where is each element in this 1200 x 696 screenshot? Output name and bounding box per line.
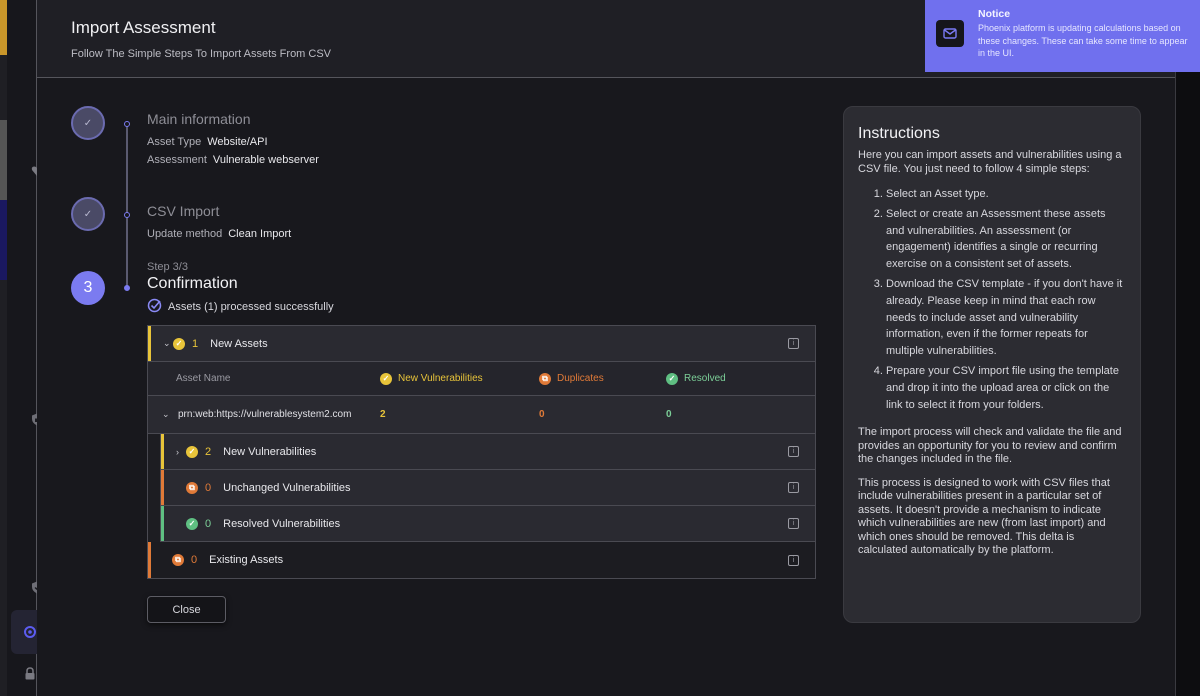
stepper-line <box>126 124 128 288</box>
duplicate-icon: ⧉ <box>186 481 198 494</box>
info-icon[interactable]: i <box>788 482 799 493</box>
step-2-title: CSV Import <box>147 203 220 219</box>
chevron-right-icon[interactable]: › <box>176 447 186 457</box>
table-row[interactable]: ⌄ prn:web:https://vulnerablesystem2.com … <box>148 396 815 434</box>
new-assets-label: New Assets <box>210 337 268 350</box>
step-number: 3 <box>83 279 93 296</box>
resolved-vulnerabilities-group[interactable]: ✓ 0 Resolved Vulnerabilities i <box>160 506 815 542</box>
field-value: Website/API <box>207 136 268 148</box>
chevron-down-icon[interactable]: ⌄ <box>163 338 173 349</box>
col-resolved: ✓ Resolved <box>666 372 726 385</box>
sidebar-item-active[interactable] <box>11 610 37 654</box>
resolved-vulns-label: Resolved Vulnerabilities <box>223 517 341 530</box>
instructions-paragraph: The import process will check and valida… <box>858 426 1122 466</box>
info-icon[interactable]: i <box>788 518 799 529</box>
field-value: Vulnerable webserver <box>212 154 319 166</box>
step-3-title: Confirmation <box>147 275 238 292</box>
chevron-down-icon[interactable]: ⌄ <box>162 409 172 420</box>
check-icon: ✓ <box>83 208 93 220</box>
step-3-indicator: 3 <box>71 271 105 305</box>
col-label: New Vulnerabilities <box>398 373 483 384</box>
unchanged-vulns-count: 0 <box>205 481 212 494</box>
step-counter: Step 3/3 <box>147 261 188 273</box>
lock-icon[interactable] <box>23 666 37 680</box>
field-label: Update method <box>147 228 223 240</box>
asset-name: prn:web:https://vulnerablesystem2.com <box>178 409 352 420</box>
duplicates-count-cell: 0 <box>539 409 545 420</box>
asset-name-cell: ⌄ prn:web:https://vulnerablesystem2.com <box>162 409 351 420</box>
existing-assets-count: 0 <box>191 554 198 566</box>
close-button[interactable]: Close <box>147 596 226 623</box>
notice-text: Phoenix platform is updating calculation… <box>978 23 1188 58</box>
col-label: Resolved <box>684 373 726 384</box>
check-icon: ✓ <box>83 117 93 129</box>
info-icon[interactable]: i <box>788 338 799 349</box>
col-label: Duplicates <box>557 373 604 384</box>
instruction-step: Download the CSV template - if you don't… <box>886 276 1126 360</box>
instructions-steps: Select an Asset type. Select or create a… <box>858 186 1126 413</box>
step-2-indicator: ✓ <box>71 197 105 231</box>
check-circle-icon <box>147 298 162 316</box>
new-vulnerabilities-group[interactable]: › ✓ 2 New Vulnerabilities i <box>160 434 815 470</box>
accent-bar <box>161 470 164 505</box>
duplicate-icon: ⧉ <box>172 554 184 566</box>
accent-bar <box>148 326 151 361</box>
new-assets-count: 1 <box>192 337 199 350</box>
col-asset-name: Asset Name <box>176 373 231 384</box>
col-duplicates: ⧉ Duplicates <box>539 372 604 385</box>
step-1-indicator: ✓ <box>71 106 105 140</box>
table-header: Asset Name ✓ New Vulnerabilities ⧉ Dupli… <box>148 362 815 396</box>
resolved-count-cell: 0 <box>666 409 672 420</box>
field-value: Clean Import <box>228 228 292 240</box>
existing-assets-label: Existing Assets <box>209 554 284 566</box>
instructions-intro: Here you can import assets and vulnerabi… <box>858 149 1122 175</box>
field-label: Asset Type <box>147 136 202 148</box>
instructions-title: Instructions <box>858 125 940 142</box>
info-icon[interactable]: i <box>788 446 799 457</box>
new-badge-icon: ✓ <box>380 372 392 385</box>
success-status: Assets (1) processed successfully <box>147 298 334 316</box>
existing-assets-group[interactable]: ⧉ 0 Existing Assets i <box>148 542 815 578</box>
resolved-icon: ✓ <box>186 517 198 530</box>
update-method-field: Update method Clean Import <box>147 228 291 240</box>
accent-bar <box>161 506 164 541</box>
stepper-dot <box>124 121 130 127</box>
resolved-icon: ✓ <box>666 372 678 385</box>
scan-icon <box>23 625 37 644</box>
info-icon[interactable]: i <box>788 554 799 566</box>
success-text: Assets (1) processed successfully <box>168 301 334 313</box>
unchanged-vulns-label: Unchanged Vulnerabilities <box>223 481 351 494</box>
instructions-panel: Instructions Here you can import assets … <box>843 106 1141 623</box>
instruction-step: Select an Asset type. <box>886 186 1126 203</box>
import-results-table: ⌄ ✓ 1 New Assets i Asset Name ✓ New Vuln… <box>147 325 816 579</box>
background-app-panel <box>0 0 7 696</box>
notice-title: Notice <box>978 8 1011 20</box>
new-badge-icon: ✓ <box>173 337 185 350</box>
background-right-panel <box>1175 0 1200 696</box>
stepper-dot <box>124 285 130 291</box>
new-assets-group[interactable]: ⌄ ✓ 1 New Assets i <box>148 326 815 362</box>
new-vulns-count: 2 <box>205 445 212 458</box>
new-count-cell: 2 <box>380 409 386 420</box>
stepper-dot <box>124 212 130 218</box>
duplicate-icon: ⧉ <box>539 372 551 385</box>
instructions-paragraph: This process is designed to work with CS… <box>858 476 1110 557</box>
unchanged-vulnerabilities-group[interactable]: ⧉ 0 Unchanged Vulnerabilities i <box>160 470 815 506</box>
resolved-vulns-count: 0 <box>205 517 212 530</box>
mail-icon <box>936 20 964 47</box>
new-vulns-label: New Vulnerabilities <box>223 445 317 458</box>
accent-bar <box>148 542 151 578</box>
asset-type-field: Asset Type Website/API <box>147 136 268 148</box>
instruction-step: Prepare your CSV import file using the t… <box>886 363 1126 413</box>
step-1-title: Main information <box>147 111 251 127</box>
assessment-field: Assessment Vulnerable webserver <box>147 154 319 166</box>
import-assessment-modal: Import Assessment Follow The Simple Step… <box>37 0 1175 696</box>
col-new-vulnerabilities: ✓ New Vulnerabilities <box>380 372 483 385</box>
instruction-step: Select or create an Assessment these ass… <box>886 206 1126 273</box>
notice-toast[interactable]: Notice Phoenix platform is updating calc… <box>925 0 1200 72</box>
accent-bar <box>161 434 164 469</box>
field-label: Assessment <box>147 154 207 166</box>
background-sidebar <box>7 0 43 696</box>
new-badge-icon: ✓ <box>186 445 198 458</box>
